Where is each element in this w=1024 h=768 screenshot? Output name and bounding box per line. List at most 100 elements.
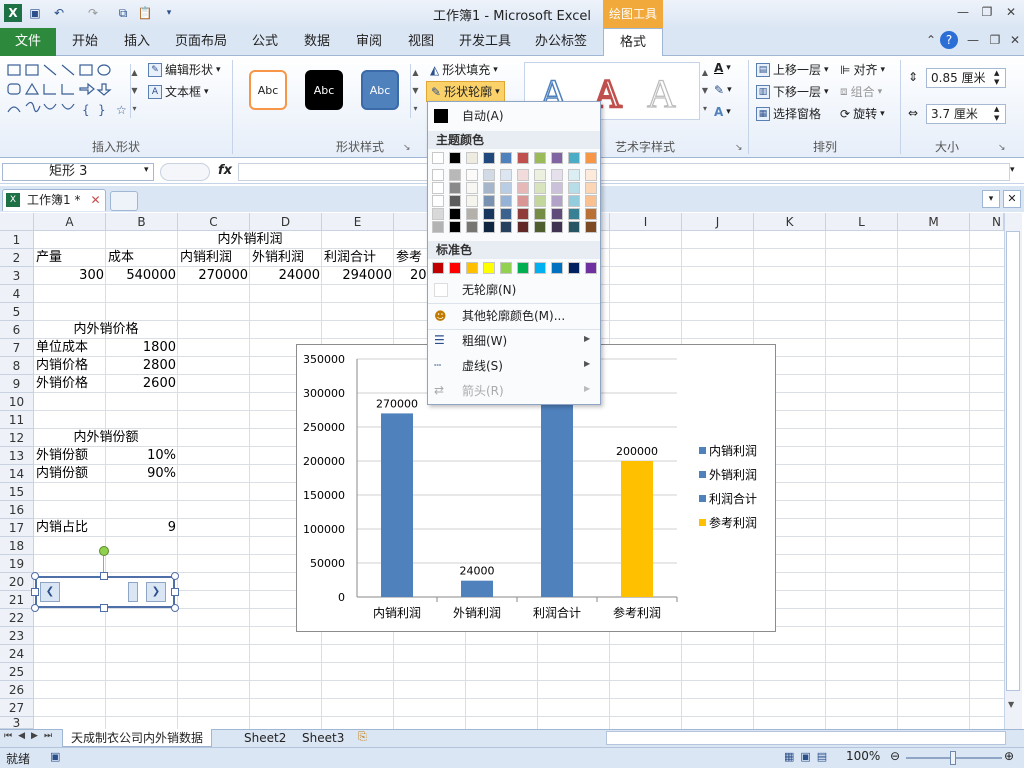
menu-item-arrows[interactable]: 箭头(R) <box>428 379 600 403</box>
tab-review[interactable]: 审阅 <box>348 28 390 56</box>
help-icon[interactable]: ? <box>940 31 958 49</box>
wordart-scroll[interactable]: ▲ ▼ ▾ <box>700 64 710 118</box>
theme-color-swatch[interactable] <box>500 169 512 181</box>
theme-color-swatch[interactable] <box>585 195 597 207</box>
theme-color-swatch[interactable] <box>432 152 444 164</box>
theme-color-swatch[interactable] <box>551 195 563 207</box>
standard-color-swatch[interactable] <box>517 262 529 274</box>
column-header[interactable]: E <box>322 213 394 231</box>
row-header[interactable]: 7 <box>0 339 34 357</box>
theme-color-swatch[interactable] <box>432 208 444 220</box>
resize-handle[interactable] <box>171 572 179 580</box>
wb-minimize-icon[interactable]: — <box>962 33 984 51</box>
name-box[interactable]: 矩形 3 <box>2 163 154 181</box>
theme-color-swatch[interactable] <box>517 208 529 220</box>
theme-color-swatch[interactable] <box>449 182 461 194</box>
cell-c1[interactable]: 内外销利润 <box>178 231 322 249</box>
workbook-tab-close-icon[interactable]: ✕ <box>90 193 100 207</box>
standard-color-swatch[interactable] <box>432 262 444 274</box>
cell-a9[interactable]: 外销价格 <box>36 375 88 393</box>
column-header[interactable]: C <box>178 213 250 231</box>
theme-color-swatch[interactable] <box>551 152 563 164</box>
theme-color-swatch[interactable] <box>483 195 495 207</box>
theme-color-swatch[interactable] <box>568 169 580 181</box>
theme-color-swatch[interactable] <box>517 195 529 207</box>
cell-d2[interactable]: 外销利润 <box>252 249 304 267</box>
shape-style-1[interactable]: Abc <box>249 70 287 110</box>
standard-color-swatch[interactable] <box>466 262 478 274</box>
resize-handle[interactable] <box>31 588 39 596</box>
theme-color-swatch[interactable] <box>483 152 495 164</box>
shape-gallery[interactable]: { } ☆ <box>6 62 138 120</box>
column-header[interactable]: J <box>682 213 754 231</box>
theme-color-swatch[interactable] <box>551 169 563 181</box>
ribbon-minimize-icon[interactable]: ⌃ <box>920 33 942 51</box>
select-all-corner[interactable] <box>0 213 34 231</box>
cell-a17[interactable]: 内销占比 <box>36 519 88 537</box>
theme-color-swatch[interactable] <box>483 208 495 220</box>
row-header[interactable]: 23 <box>0 627 34 645</box>
cell-f2[interactable]: 参考 <box>396 249 422 267</box>
theme-color-swatch[interactable] <box>585 221 597 233</box>
theme-color-swatch[interactable] <box>585 169 597 181</box>
column-header[interactable]: A <box>34 213 106 231</box>
macro-record-icon[interactable]: ▣ <box>50 750 60 763</box>
scroll-right-icon[interactable]: ❯ <box>146 582 166 602</box>
theme-color-swatch[interactable] <box>483 169 495 181</box>
row-header[interactable]: 13 <box>0 447 34 465</box>
row-header[interactable]: 2 <box>0 249 34 267</box>
theme-color-swatch[interactable] <box>534 221 546 233</box>
tab-list-icon[interactable]: ▾ <box>982 190 1000 208</box>
view-mode-icons[interactable]: ▦▣▤ <box>784 750 833 763</box>
cell-b9[interactable]: 2600 <box>106 375 176 393</box>
sheet-tab[interactable]: Sheet3 <box>294 729 352 747</box>
theme-color-swatch[interactable] <box>517 169 529 181</box>
cell-b17[interactable]: 9 <box>106 519 176 537</box>
row-header[interactable]: 1 <box>0 231 34 249</box>
theme-color-swatch[interactable] <box>466 195 478 207</box>
row-header[interactable]: 3 <box>0 267 34 285</box>
theme-color-swatch[interactable] <box>517 221 529 233</box>
textbox-button[interactable]: A 文本框 ▾ <box>148 83 209 100</box>
sheet-tab[interactable]: Sheet2 <box>236 729 294 747</box>
wordart-launcher-icon[interactable]: ↘ <box>735 143 743 153</box>
cell-e3[interactable]: 294000 <box>322 267 392 285</box>
size-launcher-icon[interactable]: ↘ <box>998 143 1006 153</box>
shape-gallery-scroll[interactable]: ▲ ▼ ▾ <box>130 64 138 118</box>
theme-color-swatch[interactable] <box>568 152 580 164</box>
row-header[interactable]: 11 <box>0 411 34 429</box>
theme-color-swatch[interactable] <box>585 152 597 164</box>
theme-color-swatch[interactable] <box>534 182 546 194</box>
row-header[interactable]: 26 <box>0 681 34 699</box>
cell-f3[interactable]: 20 <box>410 267 427 285</box>
row-header[interactable]: 10 <box>0 393 34 411</box>
vertical-scroll-thumb[interactable] <box>1006 231 1020 691</box>
standard-color-swatch[interactable] <box>568 262 580 274</box>
text-outline-button[interactable]: ✎ ▾ <box>714 83 732 97</box>
cell-a12[interactable]: 内外销份额 <box>34 429 178 447</box>
row-header[interactable]: 22 <box>0 609 34 627</box>
insert-function-button[interactable]: fx <box>218 163 232 178</box>
shape-fill-button[interactable]: ◭ 形状填充 ▾ <box>430 61 498 78</box>
theme-color-swatch[interactable] <box>517 182 529 194</box>
cell-a13[interactable]: 外销份额 <box>36 447 88 465</box>
tab-file[interactable]: 文件 <box>0 28 56 56</box>
row-header[interactable]: 8 <box>0 357 34 375</box>
tab-view[interactable]: 视图 <box>400 28 442 56</box>
row-header[interactable]: 15 <box>0 483 34 501</box>
cell-a7[interactable]: 单位成本 <box>36 339 88 357</box>
theme-color-swatch[interactable] <box>585 208 597 220</box>
cell-c2[interactable]: 内销利润 <box>180 249 232 267</box>
theme-color-swatch[interactable] <box>585 182 597 194</box>
theme-color-swatch[interactable] <box>483 221 495 233</box>
row-header[interactable]: 24 <box>0 645 34 663</box>
zoom-out-icon[interactable]: ⊖ <box>890 749 900 763</box>
cell-b2[interactable]: 成本 <box>108 249 134 267</box>
cell-d3[interactable]: 24000 <box>250 267 320 285</box>
cell-b7[interactable]: 1800 <box>106 339 176 357</box>
theme-color-swatch[interactable] <box>551 221 563 233</box>
theme-color-swatch[interactable] <box>466 182 478 194</box>
menu-item-weight[interactable]: 粗细(W) <box>428 329 600 353</box>
edit-shape-button[interactable]: ✎ 编辑形状 ▾ <box>148 61 221 78</box>
tab-developer[interactable]: 开发工具 <box>452 28 518 56</box>
